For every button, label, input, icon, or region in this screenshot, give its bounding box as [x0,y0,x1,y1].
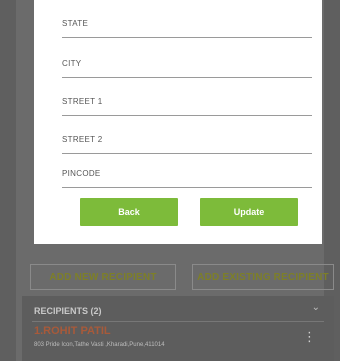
street1-field[interactable]: STREET 1 [62,78,312,116]
chevron-down-icon[interactable]: ⌄ [312,302,320,313]
background-edge-left [0,0,16,361]
add-new-recipient-button[interactable]: ADD NEW RECIPIENT [30,264,176,290]
address-form-modal: STATE CITY STREET 1 STREET 2 PINCODE Bac… [34,0,322,244]
pincode-field[interactable]: PINCODE [62,150,312,188]
recipients-list: RECIPIENTS (2) ⌄ 1.ROHIT PATIL 803 Pride… [22,296,334,361]
city-field-label: CITY [62,59,82,68]
update-button[interactable]: Update [200,198,298,226]
state-field[interactable]: STATE [62,0,312,38]
street2-field-label: STREET 2 [62,135,103,144]
add-existing-recipient-button[interactable]: ADD EXISTING RECIPIENT [192,264,334,290]
street2-field[interactable]: STREET 2 [62,116,312,154]
pincode-field-label: PINCODE [62,169,101,178]
city-field[interactable]: CITY [62,40,312,78]
field-underline [62,37,312,38]
list-divider [32,321,324,322]
recipient-address: 803 Pride Icon,Tathe Vasti ,Kharadi,Pune… [34,342,165,348]
recipients-header: RECIPIENTS (2) [34,306,102,316]
recipient-name[interactable]: 1.ROHIT PATIL [34,325,111,337]
street1-field-label: STREET 1 [62,97,103,106]
more-options-icon[interactable]: ⋮ [303,330,316,343]
state-field-label: STATE [62,19,89,28]
back-button[interactable]: Back [80,198,178,226]
field-underline [62,187,312,188]
